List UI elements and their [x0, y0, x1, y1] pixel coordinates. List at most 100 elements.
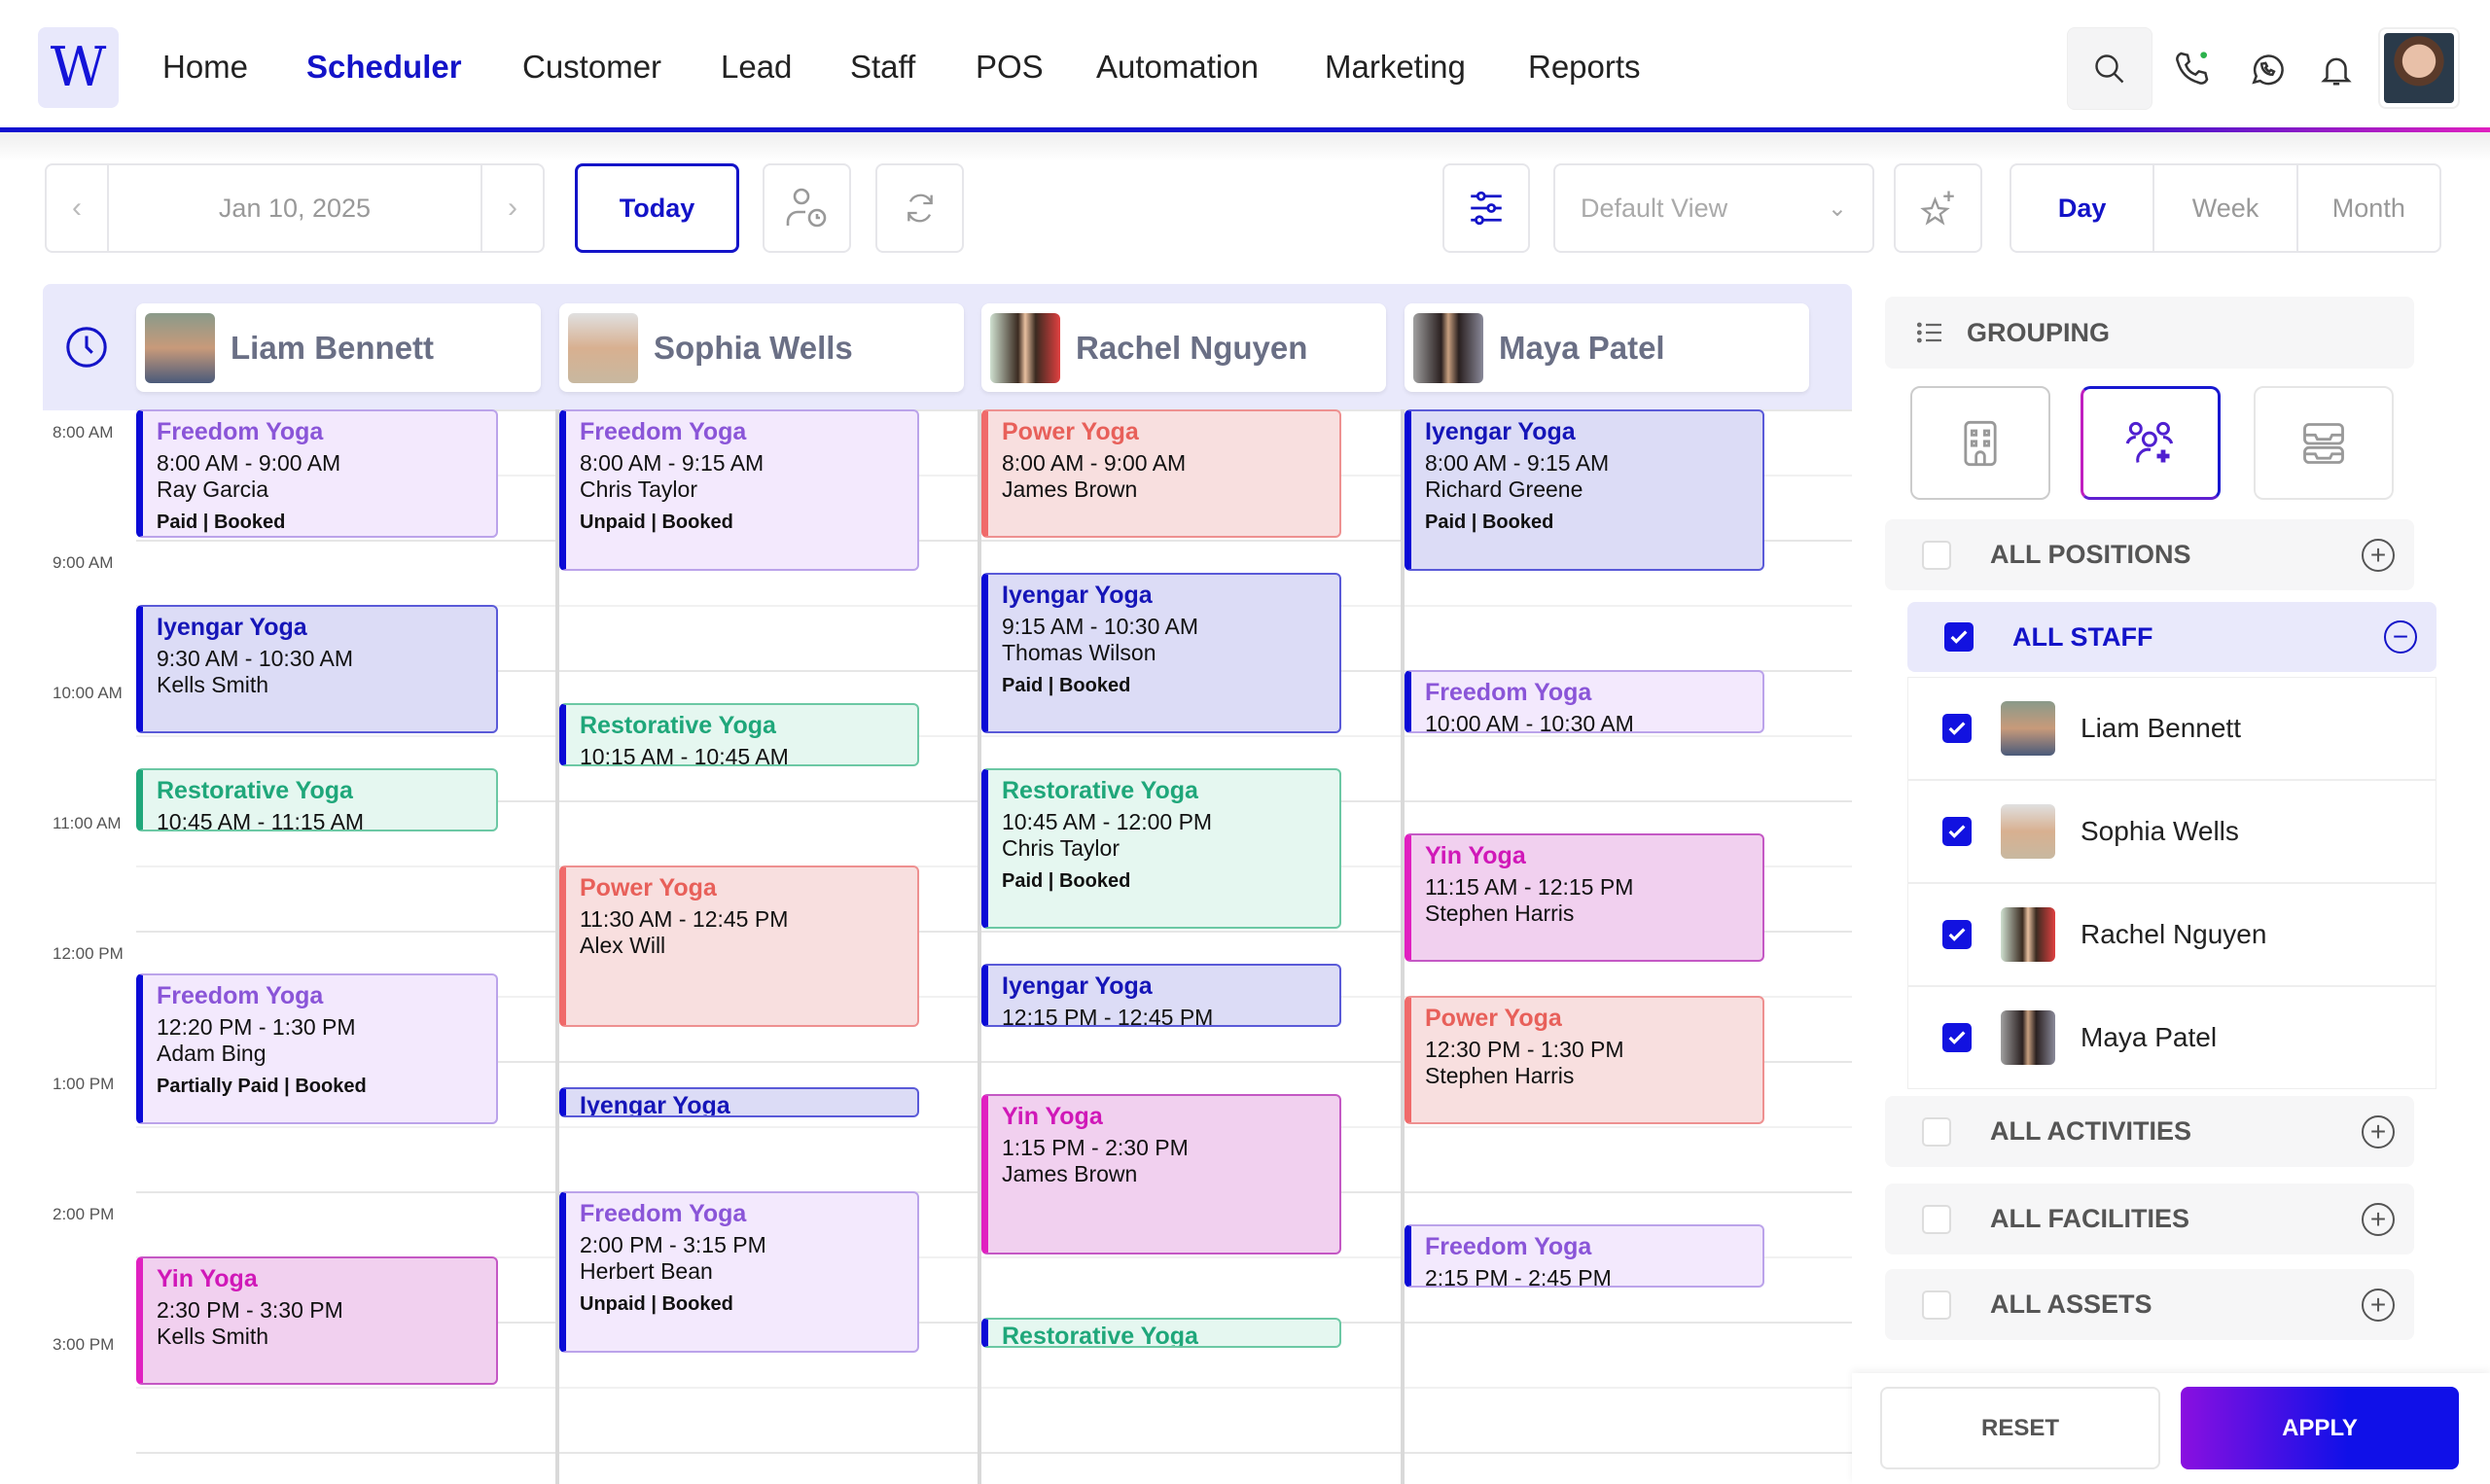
event-time: 1:15 PM - 2:30 PM: [1002, 1134, 1189, 1160]
event-time: 12:30 PM - 1:30 PM: [1425, 1037, 1624, 1062]
check-icon: [1948, 825, 1966, 838]
event-iyengar-yoga[interactable]: Iyengar Yoga 12:15 PM - 12:45 PM: [981, 963, 1341, 1027]
staff-filter-name: Sophia Wells: [2081, 816, 2239, 846]
staff-filter-item[interactable]: Sophia Wells: [1907, 780, 2437, 883]
expand-plus-icon[interactable]: +: [2362, 1202, 2395, 1236]
event-power-yoga[interactable]: Power Yoga 8:00 AM - 9:00 AM James Brown: [981, 409, 1341, 538]
reset-button[interactable]: RESET: [1880, 1387, 2160, 1469]
event-freedom-yoga[interactable]: Freedom Yoga 8:00 AM - 9:15 AM Chris Taylo…: [559, 409, 919, 571]
event-time: 10:45 AM - 11:15 AM: [157, 808, 365, 831]
sliders-icon: [1471, 191, 1502, 226]
group-by-facility-button[interactable]: [1910, 386, 2050, 500]
staff-filter-item[interactable]: Liam Bennett: [1907, 677, 2437, 780]
staff-column-header[interactable]: Liam Bennett: [136, 303, 541, 392]
all-activities-checkbox[interactable]: [1922, 1116, 1951, 1147]
time-label: 10:00 AM: [53, 684, 123, 702]
nav-automation[interactable]: Automation: [1096, 49, 1259, 86]
event-freedom-yoga[interactable]: Freedom Yoga 12:20 PM - 1:30 PM Adam Bing P…: [136, 973, 498, 1124]
notifications-button[interactable]: [2315, 49, 2358, 91]
filter-button[interactable]: [1442, 163, 1530, 253]
tab-week[interactable]: Week: [2154, 165, 2298, 251]
staff-checkbox[interactable]: [1942, 817, 1972, 846]
prev-day-button[interactable]: ‹: [47, 165, 109, 251]
staff-column-header[interactable]: Sophia Wells: [559, 303, 964, 392]
all-assets-section[interactable]: ALL ASSETS +: [1885, 1269, 2414, 1340]
event-restorative-yoga[interactable]: Restorative Yoga 10:45 AM - 12:00 PM Chris…: [981, 767, 1341, 929]
event-iyengar-yoga[interactable]: Iyengar Yoga: [559, 1086, 919, 1118]
staff-checkbox[interactable]: [1942, 920, 1972, 949]
whatsapp-icon: [2252, 54, 2284, 86]
event-status: Paid | Booked: [1002, 869, 1131, 892]
nav-pos[interactable]: POS: [976, 49, 1044, 86]
all-facilities-checkbox[interactable]: [1922, 1204, 1951, 1234]
event-yin-yoga[interactable]: Yin Yoga 2:30 PM - 3:30 PM Kells Smith: [136, 1256, 498, 1385]
nav-scheduler[interactable]: Scheduler: [306, 49, 462, 86]
all-assets-checkbox[interactable]: [1922, 1290, 1951, 1320]
event-title: Yin Yoga: [1425, 841, 1526, 869]
event-iyengar-yoga[interactable]: Iyengar Yoga 8:00 AM - 9:15 AM Richard Gre…: [1405, 409, 1764, 571]
search-button[interactable]: [2067, 27, 2152, 110]
event-freedom-yoga[interactable]: Freedom Yoga 2:15 PM - 2:45 PM: [1405, 1223, 1764, 1288]
next-day-button[interactable]: ›: [480, 165, 543, 251]
whatsapp-button[interactable]: [2245, 49, 2288, 91]
nav-staff[interactable]: Staff: [850, 49, 915, 86]
view-select[interactable]: Default View ⌄: [1553, 163, 1874, 253]
staff-checkbox[interactable]: [1942, 714, 1972, 743]
refresh-button[interactable]: [875, 163, 964, 253]
event-iyengar-yoga[interactable]: Iyengar Yoga 9:30 AM - 10:30 AM Kells Smit…: [136, 605, 498, 733]
event-yin-yoga[interactable]: Yin Yoga 1:15 PM - 2:30 PM James Brown: [981, 1093, 1341, 1254]
event-client: Herbert Bean: [580, 1258, 713, 1284]
event-restorative-yoga[interactable]: Restorative Yoga: [981, 1317, 1341, 1349]
event-title: Restorative Yoga: [1002, 776, 1198, 804]
event-restorative-yoga[interactable]: Restorative Yoga 10:45 AM - 11:15 AM: [136, 767, 498, 831]
check-icon: [1948, 722, 1966, 735]
event-iyengar-yoga[interactable]: Iyengar Yoga 9:15 AM - 10:30 AM Thomas Wil…: [981, 572, 1341, 733]
calendar-grid[interactable]: 8:00 AM 9:00 AM 10:00 AM 11:00 AM 12:00 PM 1:…: [43, 409, 1852, 1484]
staff-column-header[interactable]: Maya Patel: [1405, 303, 1809, 392]
event-freedom-yoga[interactable]: Freedom Yoga 8:00 AM - 9:00 AM Ray Garcia P…: [136, 409, 498, 538]
staff-availability-button[interactable]: [763, 163, 851, 253]
group-by-staff-button[interactable]: [2081, 386, 2221, 500]
staff-column-header[interactable]: Rachel Nguyen: [981, 303, 1386, 392]
staff-filter-item[interactable]: Maya Patel: [1907, 986, 2437, 1089]
app-logo[interactable]: W: [38, 27, 119, 108]
staff-checkbox[interactable]: [1942, 1023, 1972, 1052]
favorite-view-button[interactable]: [1894, 163, 1982, 253]
nav-marketing[interactable]: Marketing: [1325, 49, 1466, 86]
expand-plus-icon[interactable]: +: [2362, 538, 2395, 572]
all-facilities-section[interactable]: ALL FACILITIES +: [1885, 1184, 2414, 1254]
all-positions-label: ALL POSITIONS: [1990, 540, 2191, 569]
user-avatar[interactable]: [2378, 27, 2460, 109]
all-positions-section[interactable]: ALL POSITIONS +: [1885, 519, 2414, 590]
nav-home[interactable]: Home: [162, 49, 248, 86]
today-button[interactable]: Today: [575, 163, 739, 253]
event-restorative-yoga[interactable]: Restorative Yoga 10:15 AM - 10:45 AM: [559, 702, 919, 766]
event-freedom-yoga[interactable]: Freedom Yoga 10:00 AM - 10:30 AM: [1405, 670, 1764, 733]
staff-photo: [990, 312, 1060, 383]
tab-day[interactable]: Day: [2011, 165, 2155, 251]
expand-plus-icon[interactable]: +: [2362, 1114, 2395, 1148]
expand-plus-icon[interactable]: +: [2362, 1288, 2395, 1322]
apply-button[interactable]: APPLY: [2181, 1387, 2459, 1469]
event-power-yoga[interactable]: Power Yoga 12:30 PM - 1:30 PM Stephen Harr…: [1405, 996, 1764, 1124]
nav-reports[interactable]: Reports: [1528, 49, 1641, 86]
event-client: Chris Taylor: [1002, 834, 1120, 861]
event-yin-yoga[interactable]: Yin Yoga 11:15 AM - 12:15 PM Stephen Harri…: [1405, 832, 1764, 962]
nav-customer[interactable]: Customer: [522, 49, 661, 86]
all-positions-checkbox[interactable]: [1922, 540, 1951, 570]
event-freedom-yoga[interactable]: Freedom Yoga 2:00 PM - 3:15 PM Herbert Bea…: [559, 1191, 919, 1353]
event-power-yoga[interactable]: Power Yoga 11:30 AM - 12:45 PM Alex Will: [559, 866, 919, 1027]
phone-button[interactable]: [2171, 47, 2214, 89]
inbox-stack-icon: [2303, 422, 2344, 464]
tab-month[interactable]: Month: [2298, 165, 2439, 251]
all-staff-checkbox[interactable]: [1944, 622, 1974, 652]
all-staff-section[interactable]: ALL STAFF −: [1907, 602, 2437, 672]
event-title: Restorative Yoga: [157, 776, 353, 804]
nav-lead[interactable]: Lead: [721, 49, 792, 86]
current-date[interactable]: Jan 10, 2025: [219, 194, 371, 224]
group-by-asset-button[interactable]: [2254, 386, 2394, 500]
all-activities-section[interactable]: ALL ACTIVITIES +: [1885, 1096, 2414, 1167]
grouping-title: GROUPING: [1967, 317, 2111, 347]
collapse-minus-icon[interactable]: −: [2384, 620, 2417, 654]
staff-filter-item[interactable]: Rachel Nguyen: [1907, 883, 2437, 986]
